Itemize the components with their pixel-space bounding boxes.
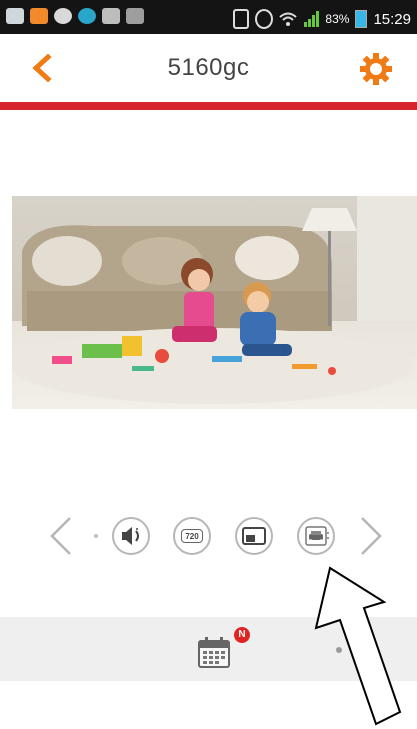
wifi-icon (279, 12, 298, 26)
clock: 15:29 (373, 10, 411, 28)
signal-icon (304, 11, 320, 27)
resolution-720-icon: 720 (181, 529, 203, 543)
page-dot (94, 534, 98, 538)
battery-percent: 83% (325, 12, 350, 26)
app-icon (30, 8, 48, 24)
notification-icons (6, 8, 144, 24)
photo-icon (126, 8, 144, 24)
speaker-icon (122, 527, 139, 545)
page-title: 5160gc (167, 54, 250, 81)
camera-video-feed[interactable] (12, 196, 417, 409)
chat-icon (54, 8, 72, 24)
calendar-icon[interactable] (196, 635, 232, 671)
car-parking-icon (305, 526, 329, 546)
app-bar: 5160gc (0, 34, 417, 102)
notification-badge: N (234, 627, 250, 643)
gallery-icon (6, 8, 24, 24)
resolution-button[interactable]: 720 (173, 517, 211, 555)
gear-icon[interactable] (359, 52, 393, 86)
sync-icon (255, 9, 274, 29)
status-bar: 83% 15:29 (0, 0, 417, 34)
vibrate-icon (233, 9, 250, 29)
car-parking-button[interactable] (297, 517, 335, 555)
live-camera-image (12, 196, 417, 409)
battery-icon (355, 10, 368, 28)
annotation-arrow-icon (314, 566, 402, 726)
chevron-right-icon[interactable] (356, 515, 386, 557)
camera-controls: 720 (0, 507, 417, 567)
system-status: 83% 15:29 (233, 9, 411, 29)
chevron-left-icon[interactable] (46, 515, 76, 557)
picture-in-picture-button[interactable] (235, 517, 273, 555)
picture-in-picture-icon (242, 527, 266, 545)
header-divider (0, 102, 417, 110)
upload-icon (102, 8, 120, 24)
speaker-button[interactable] (112, 517, 150, 555)
app-icon (78, 8, 96, 24)
